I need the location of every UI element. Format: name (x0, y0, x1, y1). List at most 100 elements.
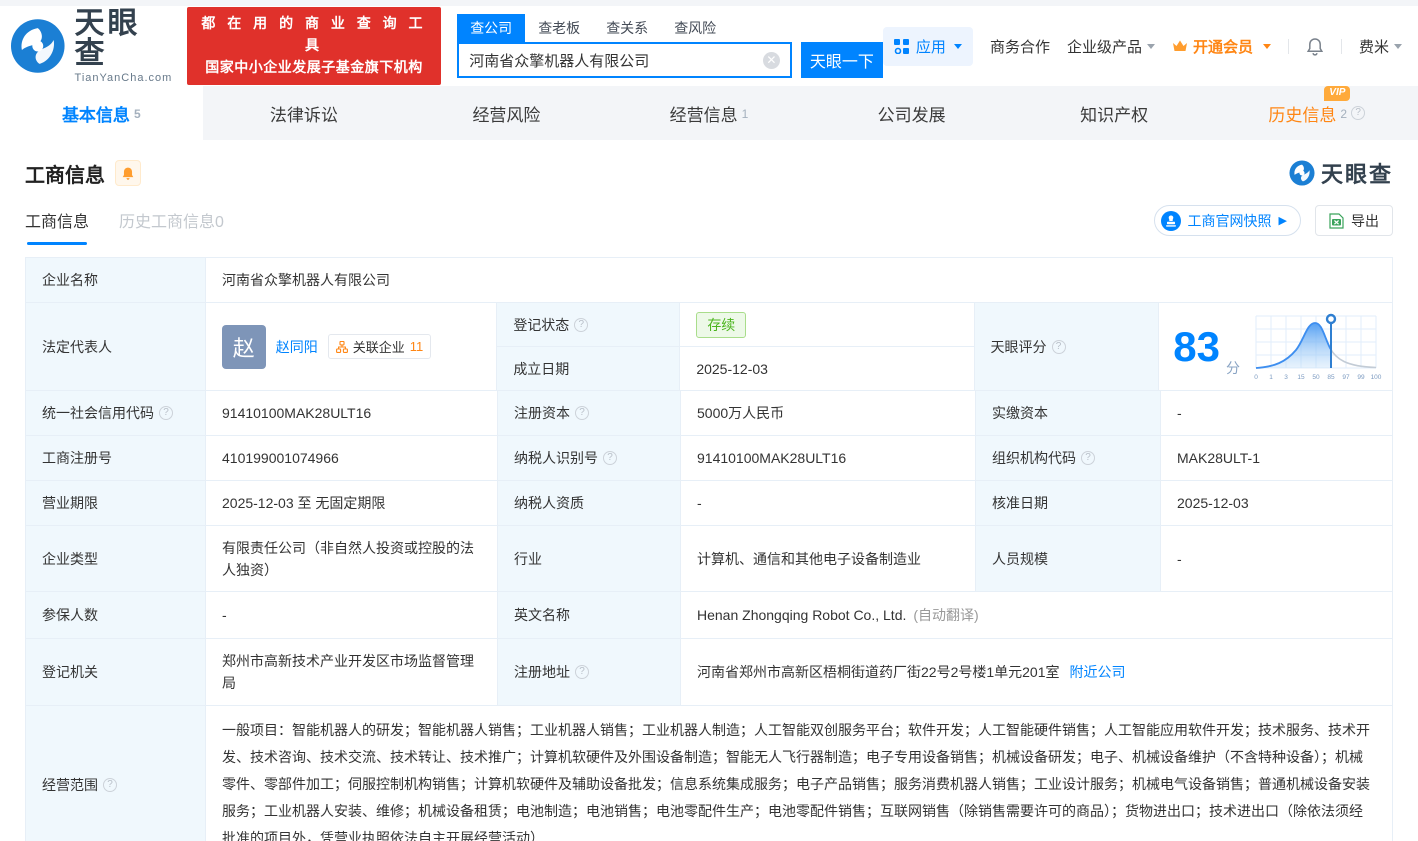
business-scope-value: 一般项目：智能机器人的研发；智能机器人销售；工业机器人销售；工业机器人制造；人工… (206, 706, 1392, 841)
official-snapshot-button[interactable]: 工商官网快照 ▶ (1154, 205, 1301, 236)
cooperation-label: 商务合作 (990, 36, 1050, 57)
tyc-score-cell: 83 分 (1159, 303, 1392, 390)
business-cooperation-link[interactable]: 商务合作 (990, 36, 1050, 57)
chevron-down-icon (954, 44, 962, 49)
promo-banner: 都 在 用 的 商 业 查 询 工 具 国家中小企业发展子基金旗下机构 (187, 7, 441, 84)
chevron-down-icon (1147, 44, 1155, 49)
business-term-value: 2025-12-03 至 无固定期限 (206, 481, 498, 525)
user-menu[interactable]: 费米 (1359, 36, 1402, 57)
help-icon[interactable]: ? (575, 665, 589, 679)
help-icon[interactable]: ? (1052, 340, 1066, 354)
tab-company-development[interactable]: 公司发展 (810, 86, 1013, 140)
tab-label: 法律诉讼 (270, 101, 338, 126)
score-distribution-chart[interactable]: 0 1 3 15 50 85 97 99 100 (1250, 310, 1384, 384)
field-label: 行业 (498, 526, 681, 591)
notifications-bell-icon[interactable] (1306, 37, 1324, 56)
nearby-companies-link[interactable]: 附近公司 (1070, 662, 1126, 682)
vip-badge: VIP (1324, 86, 1350, 101)
related-count: 11 (410, 339, 424, 354)
help-icon[interactable]: ? (1081, 451, 1095, 465)
table-row: 营业期限 2025-12-03 至 无固定期限 纳税人资质 - 核准日期 202… (26, 481, 1392, 526)
company-type-value: 有限责任公司（非自然人投资或控股的法人独资） (206, 526, 498, 591)
svg-text:1: 1 (1269, 374, 1273, 381)
status-date-subgrid: 登记状态 ? 存续 成立日期 2025-12-03 (497, 303, 974, 390)
registration-info-table: 企业名称 河南省众擎机器人有限公司 法定代表人 赵 赵同阳 (25, 257, 1393, 841)
insured-count-value: - (206, 592, 498, 638)
enterprise-products-menu[interactable]: 企业级产品 (1067, 36, 1155, 57)
search-tab-boss[interactable]: 查老板 (525, 14, 593, 42)
tab-label: 经营信息 (670, 101, 738, 126)
table-row: 经营范围 ? 一般项目：智能机器人的研发；智能机器人销售；工业机器人销售；工业机… (26, 706, 1392, 841)
subtab-row: 工商信息 历史工商信息0 工商官网快照 ▶ 导出 (25, 205, 1393, 245)
paid-capital-value: - (1161, 391, 1392, 435)
legal-rep-avatar[interactable]: 赵 (222, 325, 266, 369)
export-button[interactable]: 导出 (1315, 205, 1393, 236)
help-icon[interactable]: ? (103, 778, 117, 792)
tianyancha-logo-icon (10, 18, 66, 74)
subtab-history-registration[interactable]: 历史工商信息0 (119, 208, 224, 245)
excel-icon (1329, 213, 1344, 229)
help-icon[interactable]: ? (159, 406, 173, 420)
brand-name: 天眼查 (75, 9, 173, 69)
tab-label: 公司发展 (878, 101, 946, 126)
related-label: 关联企业 (353, 337, 405, 356)
clear-search-icon[interactable]: ✕ (763, 52, 780, 69)
monitor-bell-icon[interactable] (115, 160, 141, 186)
help-icon[interactable]: ? (574, 318, 588, 332)
tab-history-info[interactable]: 历史信息 VIP 2 ? (1215, 86, 1418, 140)
related-companies-badge[interactable]: 关联企业 11 (328, 334, 432, 359)
chevron-down-icon (1394, 44, 1402, 49)
search-tab-relation[interactable]: 查关系 (593, 14, 661, 42)
tab-intellectual-property[interactable]: 知识产权 (1013, 86, 1216, 140)
search-area: 查公司 查老板 查关系 查风险 ✕ 天眼一下 (457, 14, 883, 78)
search-button[interactable]: 天眼一下 (801, 42, 883, 78)
promo-line2: 国家中小企业发展子基金旗下机构 (196, 57, 432, 79)
brand-domain: TianYanCha.com (75, 72, 173, 84)
search-tab-company[interactable]: 查公司 (457, 14, 525, 42)
tab-business-info[interactable]: 经营信息 1 (608, 86, 811, 140)
registry-authority-value: 郑州市高新技术产业开发区市场监督管理局 (206, 639, 498, 705)
search-tab-risk[interactable]: 查风险 (661, 14, 729, 42)
vip-label: 开通会员 (1193, 36, 1253, 57)
tianyancha-mini-icon (1289, 160, 1315, 186)
table-row: 登记机关 郑州市高新技术产业开发区市场监督管理局 注册地址 ? 河南省郑州市高新… (26, 639, 1392, 706)
help-icon[interactable]: ? (603, 451, 617, 465)
top-right-nav: 应用 商务合作 企业级产品 开通会员 费米 (883, 27, 1402, 66)
open-vip-menu[interactable]: 开通会员 (1172, 36, 1271, 57)
status-badge: 存续 (696, 312, 746, 338)
field-label: 企业名称 (26, 258, 206, 302)
tab-basic-info[interactable]: 基本信息 5 (0, 86, 203, 140)
field-label: 成立日期 (497, 347, 680, 390)
promo-line1: 都 在 用 的 商 业 查 询 工 具 (196, 13, 432, 56)
reg-address-cell: 河南省郑州市高新区梧桐街道药厂街22号2号楼1单元201室 附近公司 (681, 639, 1392, 705)
business-scope-cell: 一般项目：智能机器人的研发；智能机器人销售；工业机器人销售；工业机器人制造；人工… (206, 706, 1392, 841)
chevron-down-icon (1263, 44, 1271, 49)
subtab-current-registration[interactable]: 工商信息 (25, 208, 89, 245)
score-unit: 分 (1226, 358, 1240, 378)
apps-menu[interactable]: 应用 (883, 27, 973, 66)
search-input[interactable] (469, 52, 763, 69)
help-icon[interactable]: ? (1351, 106, 1365, 120)
svg-text:50: 50 (1312, 374, 1320, 381)
tab-operating-risk[interactable]: 经营风险 (405, 86, 608, 140)
tab-label: 历史信息 (1268, 101, 1336, 126)
enterprise-label: 企业级产品 (1067, 36, 1142, 57)
svg-text:15: 15 (1297, 374, 1305, 381)
apps-label: 应用 (916, 36, 946, 57)
watermark-logo: 天眼查 (1289, 157, 1393, 189)
reg-capital-value: 5000万人民币 (681, 391, 976, 435)
field-label: 核准日期 (976, 481, 1161, 525)
divider (1341, 39, 1342, 54)
top-header: 天眼查 TianYanCha.com 都 在 用 的 商 业 查 询 工 具 国… (0, 6, 1418, 86)
tianyancha-logo[interactable]: 天眼查 TianYanCha.com (10, 9, 173, 84)
tab-legal-proceedings[interactable]: 法律诉讼 (203, 86, 406, 140)
divider (1288, 39, 1289, 54)
legal-rep-cell: 赵 赵同阳 关联企业 11 (206, 303, 498, 390)
svg-text:85: 85 (1327, 374, 1335, 381)
company-name-value: 河南省众擎机器人有限公司 (206, 258, 1392, 302)
field-label: 参保人数 (26, 592, 206, 638)
field-label: 人员规模 (976, 526, 1161, 591)
help-icon[interactable]: ? (575, 406, 589, 420)
chevron-right-icon: ▶ (1279, 214, 1287, 227)
legal-rep-name-link[interactable]: 赵同阳 (276, 337, 318, 357)
